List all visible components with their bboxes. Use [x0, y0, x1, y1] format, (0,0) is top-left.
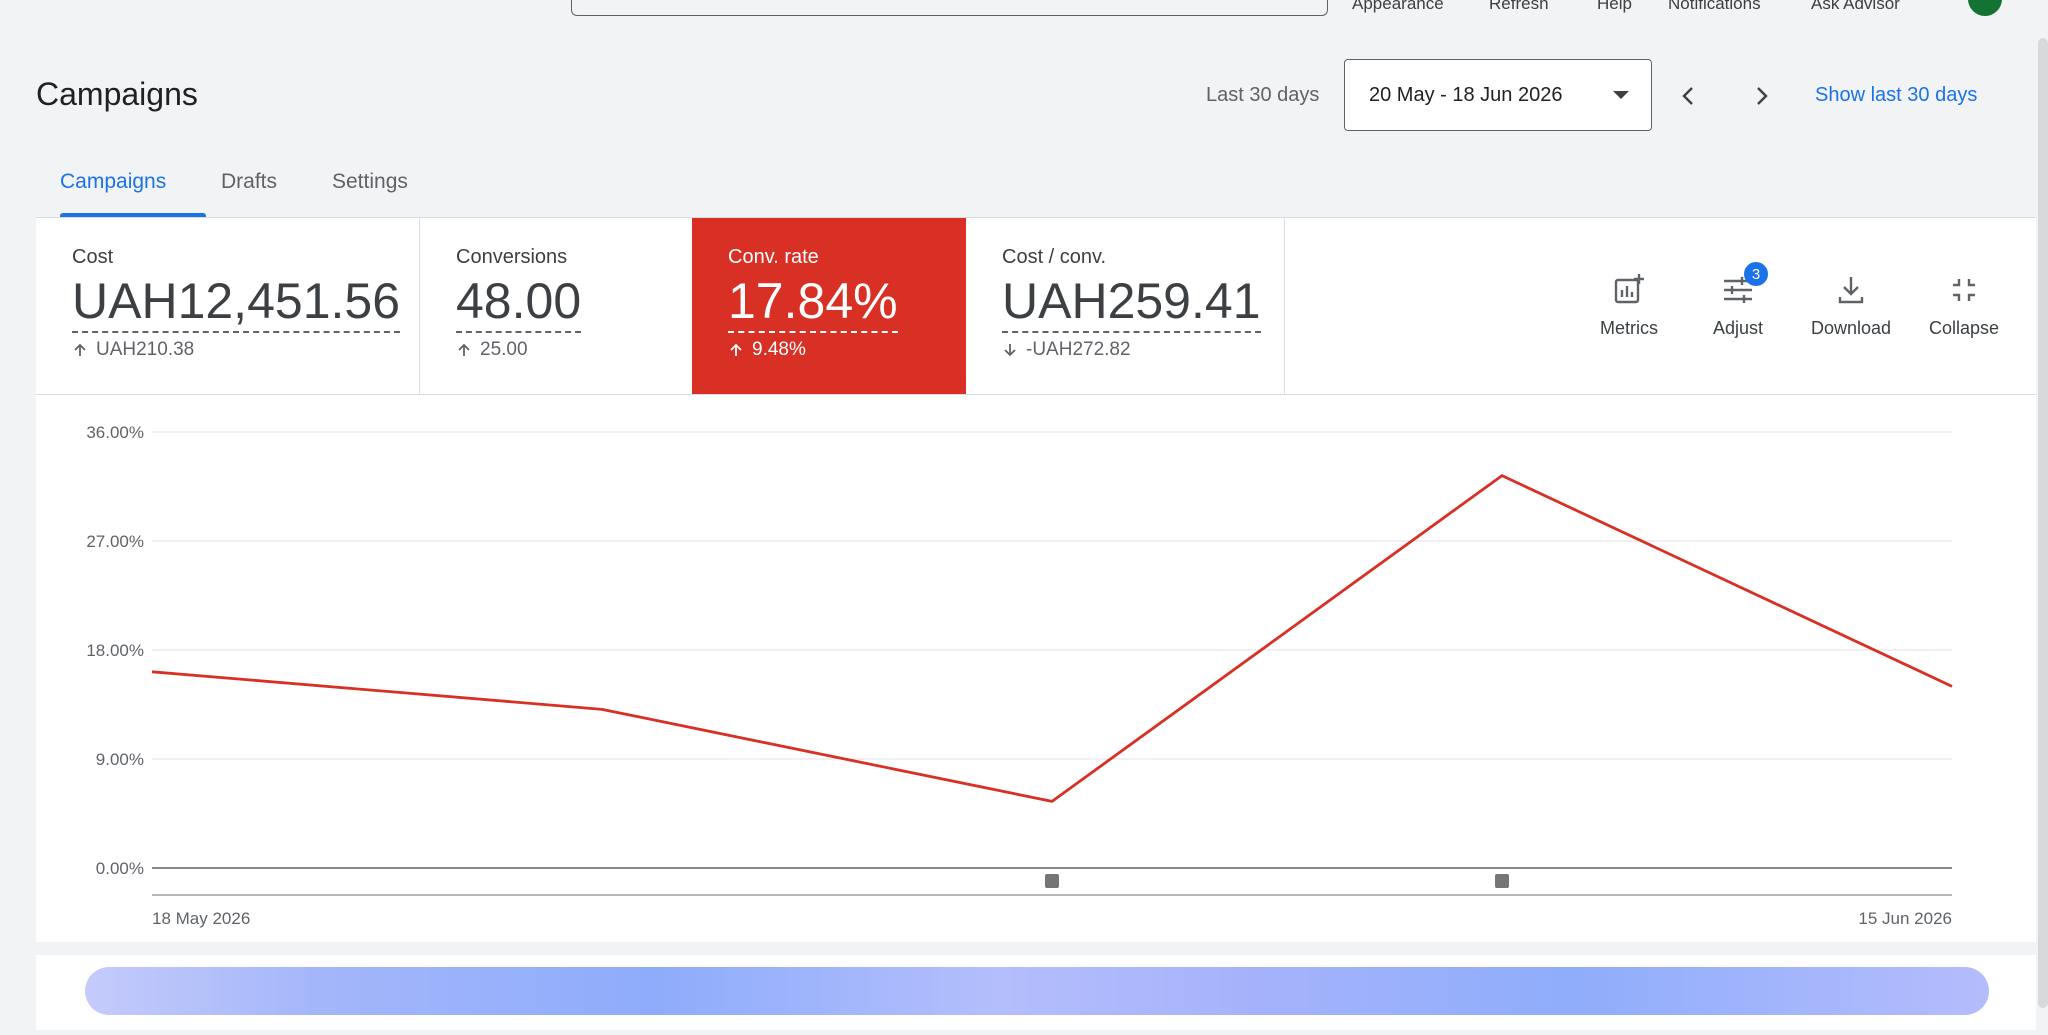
next-period-button[interactable]: [1741, 76, 1781, 116]
adjust-button-label: Adjust: [1712, 318, 1764, 338]
tab-label: Campaigns: [60, 170, 167, 193]
metric-label: Conversions: [456, 246, 568, 268]
adjust-count-badge: 3: [1744, 262, 1768, 286]
refresh-button[interactable]: Refresh: [1489, 0, 1549, 14]
search-input[interactable]: [571, 0, 1328, 16]
appearance-button[interactable]: Appearance: [1352, 0, 1444, 14]
metric-delta: 9.48%: [728, 339, 966, 361]
metric-delta-value: -UAH272.82: [1026, 339, 1131, 360]
y-tick-label: 9.00%: [96, 750, 144, 769]
metric-value: UAH259.41: [1002, 275, 1261, 333]
download-icon: [1838, 277, 1864, 304]
ask-advisor-button[interactable]: Ask Advisor: [1811, 0, 1900, 14]
metric-value: UAH12,451.56: [72, 275, 401, 333]
help-button[interactable]: Help: [1597, 0, 1632, 14]
arrow-up-icon: [730, 343, 742, 356]
arrow-up-icon: [74, 343, 86, 356]
metric-label: Cost: [72, 246, 114, 268]
tab-drafts[interactable]: Drafts: [221, 150, 277, 218]
y-tick-label: 36.00%: [86, 423, 144, 442]
metric-value: 17.84%: [728, 275, 898, 333]
x-tick-label: 18 May 2026: [152, 909, 250, 928]
tab-label: Settings: [332, 170, 408, 193]
collapse-button-label: Collapse: [1928, 318, 2000, 338]
download-button[interactable]: Download: [1801, 272, 1901, 362]
arrow-down-icon: [1004, 344, 1016, 357]
previous-period-button[interactable]: [1669, 76, 1709, 116]
x-tick-label: 15 Jun 2026: [1858, 909, 1952, 928]
adjust-button[interactable]: 3 Adjust: [1688, 262, 1788, 362]
scrollbar-thumb[interactable]: [2038, 38, 2048, 1008]
date-range-value: 20 May - 18 Jun 2026: [1369, 83, 1563, 106]
metric-label: Cost / conv.: [1002, 246, 1107, 268]
y-tick-label: 0.00%: [96, 859, 144, 878]
metric-card-cost-per-conv[interactable]: Cost / conv. UAH259.41 -UAH272.82: [966, 218, 1285, 394]
y-tick-label: 27.00%: [86, 532, 144, 551]
metric-delta: -UAH272.82: [1002, 339, 1284, 361]
metrics-scorecards: Cost UAH12,451.56 UAH210.38 Conversions …: [36, 218, 2036, 395]
metric-label: Conv. rate: [728, 246, 819, 268]
date-range-dropdown[interactable]: 20 May - 18 Jun 2026: [1344, 59, 1652, 131]
metric-card-conv-rate[interactable]: Conv. rate 17.84% 9.48%: [692, 218, 966, 394]
annotation-marker: [1045, 874, 1059, 888]
metric-delta-value: 9.48%: [752, 339, 806, 360]
chevron-right-icon: [1757, 87, 1768, 105]
metric-card-conversions[interactable]: Conversions 48.00 25.00: [420, 218, 693, 394]
top-app-bar: Appearance Refresh Help Notifications As…: [0, 0, 2048, 48]
metric-delta: 25.00: [456, 339, 692, 361]
date-range-label: Last 30 days: [1206, 84, 1320, 106]
chevron-down-icon: [1613, 91, 1629, 99]
arrow-up-icon: [458, 343, 470, 356]
add-chart-icon: [1614, 274, 1644, 304]
y-tick-label: 18.00%: [86, 641, 144, 660]
tab-label: Drafts: [221, 170, 278, 193]
annotation-marker: [1495, 874, 1509, 888]
avatar[interactable]: [1968, 0, 2002, 16]
page-title: Campaigns: [36, 76, 198, 112]
metric-delta-value: UAH210.38: [96, 339, 195, 360]
performance-chart: 0.00% 9.00% 18.00% 27.00% 36.00% 18 May 2026 1…: [36, 395, 2036, 942]
tab-campaigns[interactable]: Campaigns: [60, 150, 166, 218]
chevron-left-icon: [1682, 87, 1693, 105]
metric-value: 48.00: [456, 275, 582, 333]
metric-delta: UAH210.38: [72, 339, 419, 361]
collapse-button[interactable]: Collapse: [1914, 272, 2014, 362]
metric-card-cost[interactable]: Cost UAH12,451.56 UAH210.38: [36, 218, 420, 394]
line-chart: 0.00% 9.00% 18.00% 27.00% 36.00% 18 May 2026 1…: [86, 423, 1953, 928]
metrics-button[interactable]: Metrics: [1579, 272, 1679, 362]
metrics-button-label: Metrics: [1600, 318, 1658, 338]
loading-bar: [85, 967, 1989, 1015]
metric-delta-value: 25.00: [480, 339, 528, 360]
collapse-icon: [1953, 279, 1975, 301]
conv-rate-series-line: [151, 474, 1953, 803]
tab-settings[interactable]: Settings: [332, 150, 408, 218]
notifications-button[interactable]: Notifications: [1668, 0, 1761, 14]
bottom-panel: [36, 955, 2036, 1030]
download-button-label: Download: [1810, 318, 1892, 338]
show-last-30-days-link[interactable]: Show last 30 days: [1815, 84, 1977, 107]
